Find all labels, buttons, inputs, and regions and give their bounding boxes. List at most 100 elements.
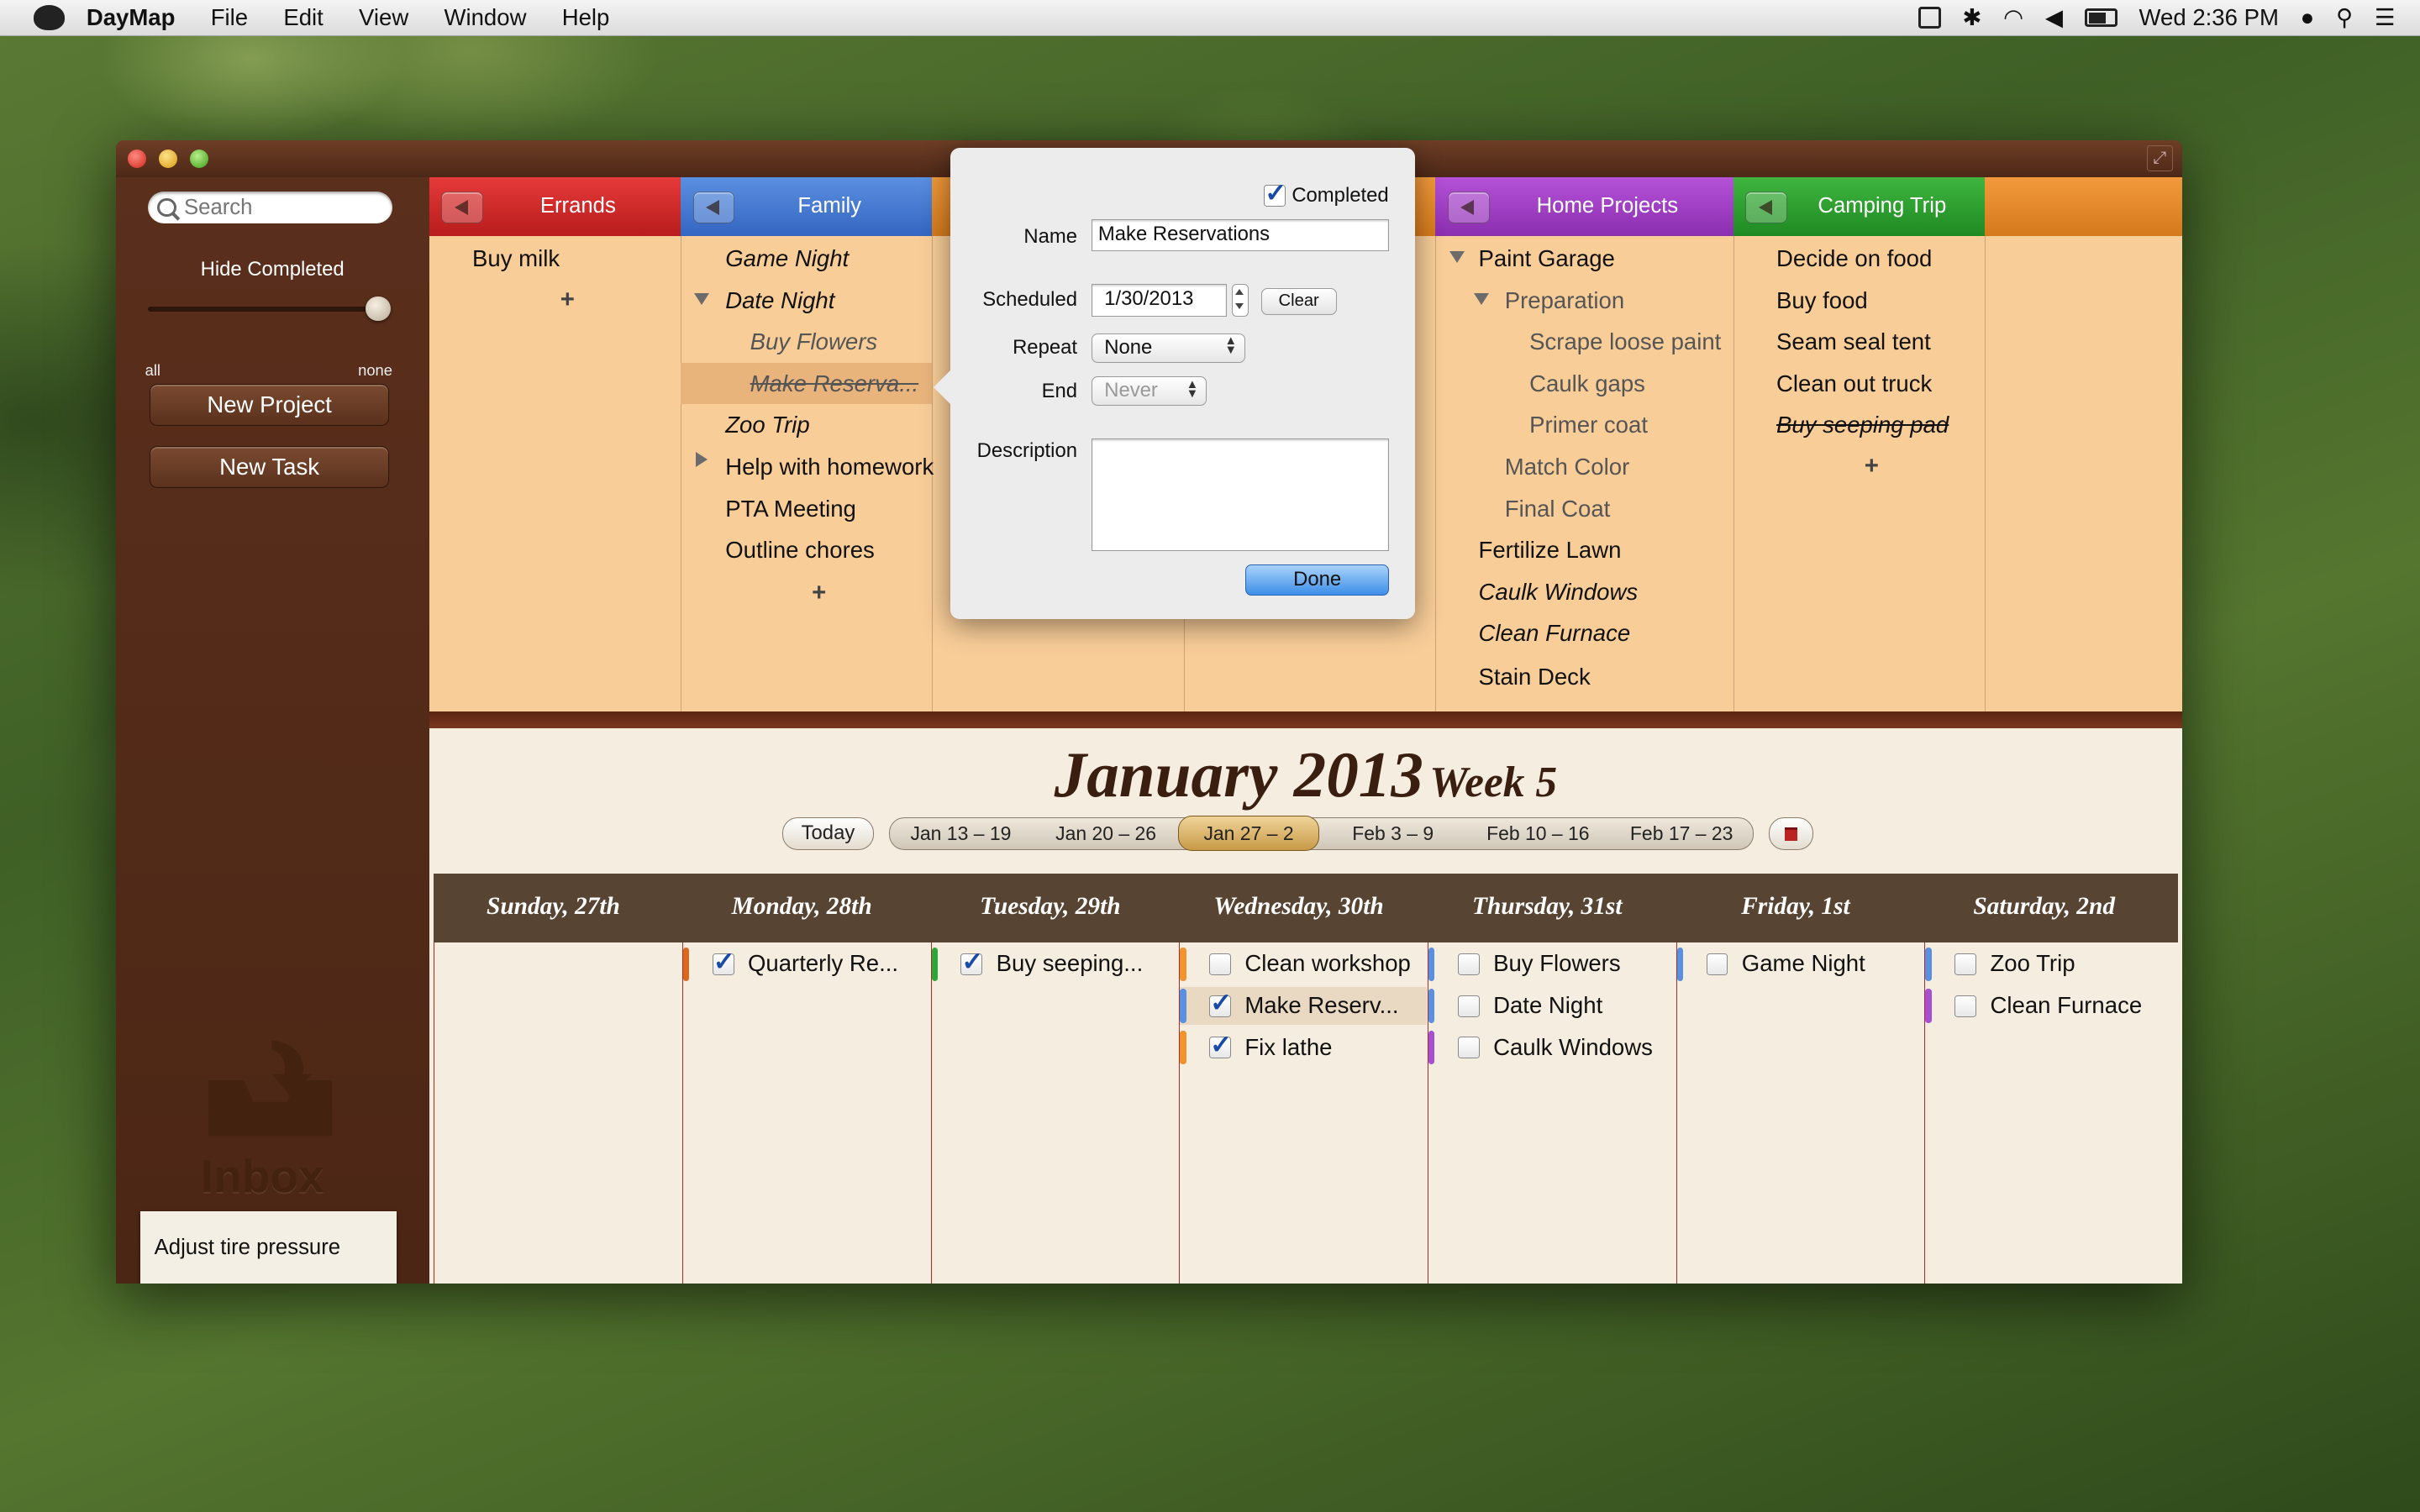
week-button[interactable]: Feb 3 – 9: [1322, 818, 1464, 849]
task-item[interactable]: Scrape loose paint: [1529, 328, 1721, 355]
hide-completed-slider[interactable]: [148, 296, 391, 322]
task-item[interactable]: Help with homework: [725, 454, 934, 480]
close-window-button[interactable]: [128, 150, 147, 169]
project-header-family[interactable]: Family: [680, 177, 933, 236]
calendar-task[interactable]: Buy seeping...: [931, 946, 1179, 983]
task-item[interactable]: Clean out truck: [1776, 370, 1932, 397]
task-item[interactable]: Match Color: [1505, 454, 1630, 480]
task-item[interactable]: Buy seeping pad: [1776, 412, 1949, 438]
week-button[interactable]: Jan 20 – 26: [1035, 818, 1177, 849]
task-item[interactable]: Paint Garage: [1479, 245, 1615, 272]
add-task-icon[interactable]: +: [812, 579, 826, 607]
task-item[interactable]: Buy food: [1776, 287, 1868, 314]
calendar-task[interactable]: Game Night: [1676, 946, 1924, 983]
wifi-icon[interactable]: ◠: [2003, 4, 2023, 31]
user-icon[interactable]: ●: [2301, 4, 2315, 31]
task-item[interactable]: Caulk gaps: [1529, 370, 1645, 397]
minimize-window-button[interactable]: [159, 150, 178, 169]
time-machine-icon[interactable]: [1918, 7, 1941, 29]
task-checkbox[interactable]: [1209, 1030, 1232, 1060]
day-column-thursday[interactable]: Buy Flowers Date Night Caulk Windows: [1427, 942, 1676, 1284]
project-header[interactable]: [1984, 177, 2183, 236]
end-select[interactable]: Never ▲ ▼: [1091, 376, 1207, 407]
week-button[interactable]: Feb 10 – 16: [1467, 818, 1609, 849]
task-checkbox[interactable]: [1954, 995, 1977, 1017]
task-item[interactable]: PTA Meeting: [725, 496, 856, 522]
task-item[interactable]: Date Night: [725, 287, 834, 314]
task-item[interactable]: Buy milk: [472, 245, 560, 272]
apple-menu-icon[interactable]: [34, 5, 66, 30]
calendar-task[interactable]: Fix lathe: [1180, 1029, 1427, 1066]
menu-file[interactable]: File: [211, 4, 248, 31]
week-button[interactable]: Jan 13 – 19: [890, 818, 1032, 849]
task-checkbox[interactable]: [1457, 995, 1480, 1017]
calendar-task[interactable]: Clean workshop: [1180, 946, 1427, 983]
task-item[interactable]: Stain Deck: [1479, 664, 1591, 690]
completed-checkbox[interactable]: [1264, 178, 1287, 208]
name-field[interactable]: Make Reservations: [1091, 218, 1389, 252]
task-checkbox[interactable]: [960, 947, 984, 977]
day-column-sunday[interactable]: [434, 942, 681, 1284]
search-field[interactable]: [148, 191, 392, 224]
task-checkbox[interactable]: [1209, 953, 1231, 975]
disclosure-triangle-icon[interactable]: [1474, 292, 1490, 305]
calendar-task[interactable]: Zoo Trip: [1925, 946, 2172, 983]
calendar-task[interactable]: Quarterly Re...: [682, 946, 930, 983]
menu-edit[interactable]: Edit: [283, 4, 323, 31]
battery-icon[interactable]: [2084, 8, 2118, 28]
today-button[interactable]: Today: [782, 817, 874, 851]
task-item[interactable]: Fertilize Lawn: [1479, 537, 1622, 564]
task-item[interactable]: Decide on food: [1776, 245, 1932, 272]
menu-view[interactable]: View: [359, 4, 408, 31]
add-task-icon[interactable]: +: [1865, 452, 1879, 480]
task-item[interactable]: Outline chores: [725, 537, 875, 564]
task-item[interactable]: Game Night: [725, 245, 849, 272]
task-item[interactable]: Buy Flowers: [750, 328, 878, 355]
week-button[interactable]: Feb 17 – 23: [1611, 818, 1753, 849]
spotlight-search-icon[interactable]: ⚲: [2336, 4, 2353, 31]
clock[interactable]: Wed 2:36 PM: [2139, 4, 2279, 31]
calendar-task[interactable]: Date Night: [1428, 987, 1676, 1024]
slider-knob[interactable]: [366, 296, 391, 322]
day-column-wednesday[interactable]: Clean workshop Make Reserv... Fix lathe: [1179, 942, 1428, 1284]
task-item[interactable]: Seam seal tent: [1776, 328, 1931, 355]
new-project-button[interactable]: New Project: [150, 384, 389, 427]
done-button[interactable]: Done: [1245, 564, 1390, 596]
menu-help[interactable]: Help: [562, 4, 610, 31]
calendar-task[interactable]: Clean Furnace: [1925, 987, 2172, 1024]
day-column-tuesday[interactable]: Buy seeping...: [930, 942, 1179, 1284]
calendar-task[interactable]: Buy Flowers: [1428, 946, 1676, 983]
project-header-camping-trip[interactable]: Camping Trip: [1733, 177, 1985, 236]
date-stepper[interactable]: [1231, 283, 1249, 317]
task-item[interactable]: Zoo Trip: [725, 412, 810, 438]
menu-window[interactable]: Window: [444, 4, 526, 31]
disclosure-triangle-icon[interactable]: [696, 452, 708, 468]
task-item[interactable]: Primer coat: [1529, 412, 1648, 438]
disclosure-triangle-icon[interactable]: [1449, 251, 1465, 263]
search-input[interactable]: [181, 193, 388, 222]
clear-date-button[interactable]: Clear: [1260, 288, 1337, 315]
task-checkbox[interactable]: [1706, 953, 1728, 975]
task-checkbox[interactable]: [712, 947, 735, 977]
day-column-monday[interactable]: Quarterly Re...: [681, 942, 930, 1284]
add-task-icon[interactable]: +: [560, 286, 575, 314]
task-checkbox[interactable]: [1457, 1037, 1480, 1059]
fullscreen-icon[interactable]: ⤢: [2146, 144, 2174, 171]
new-task-button[interactable]: New Task: [150, 445, 389, 488]
day-column-friday[interactable]: Game Night: [1676, 942, 1924, 1284]
task-checkbox[interactable]: [1457, 953, 1480, 975]
notification-center-icon[interactable]: ☰: [2375, 4, 2396, 31]
calendar-picker-icon[interactable]: [1768, 817, 1814, 851]
description-textarea[interactable]: [1091, 438, 1389, 551]
week-button-active[interactable]: Jan 27 – 2: [1178, 815, 1319, 852]
task-item[interactable]: Clean Furnace: [1479, 620, 1631, 647]
project-header-errands[interactable]: Errands: [429, 177, 681, 236]
task-item[interactable]: Caulk Windows: [1479, 579, 1639, 606]
day-column-saturday[interactable]: Zoo Trip Clean Furnace: [1924, 942, 2176, 1284]
zoom-window-button[interactable]: [189, 150, 208, 169]
project-header-home-projects[interactable]: Home Projects: [1435, 177, 1733, 236]
bluetooth-icon[interactable]: ✱: [1962, 4, 1981, 31]
disclosure-triangle-icon[interactable]: [694, 292, 710, 305]
task-item[interactable]: Final Coat: [1505, 496, 1611, 522]
split-divider[interactable]: [429, 711, 2183, 728]
